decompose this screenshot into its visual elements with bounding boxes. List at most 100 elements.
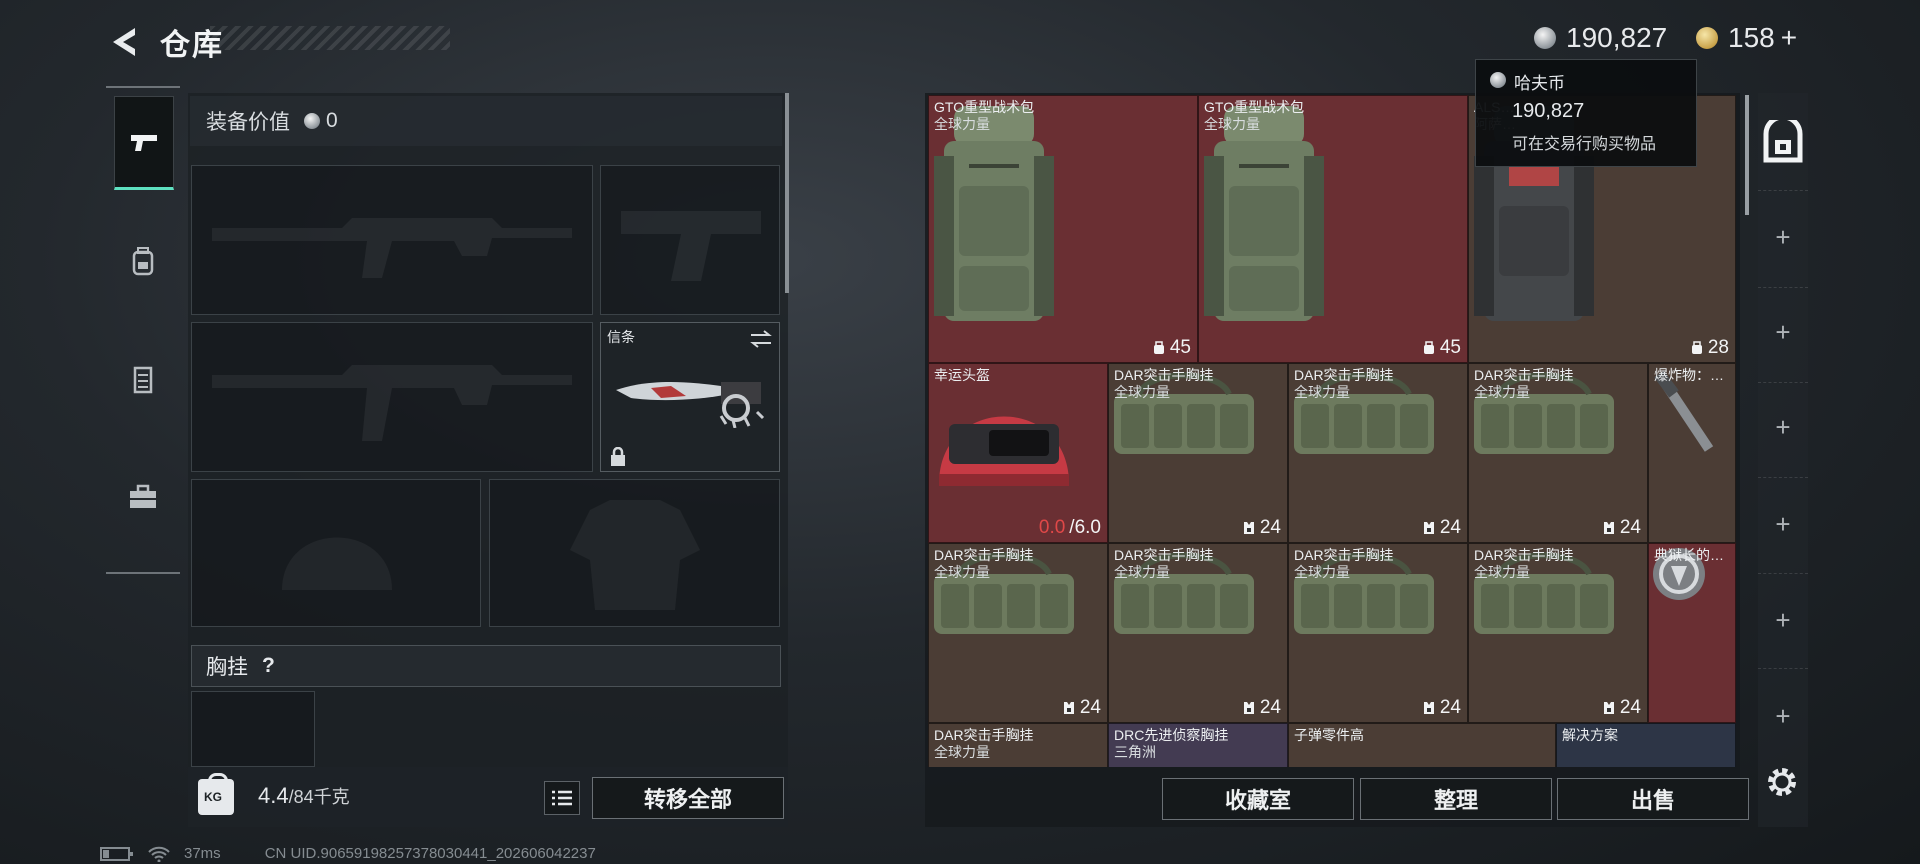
item-name: DAR突击手胸挂 [1114, 367, 1214, 383]
toolbox-icon [130, 484, 156, 508]
pistol-icon [131, 135, 157, 151]
silver-coin-icon [1534, 27, 1556, 49]
inventory-item[interactable]: 解决方案 [1556, 723, 1736, 767]
item-capacity-value: 24 [1439, 517, 1461, 538]
battery-icon [100, 846, 133, 861]
inventory-item[interactable]: DAR突击手胸挂 全球力量 24 [928, 543, 1108, 723]
item-name: GTO重型战术包 [934, 99, 1035, 115]
helmet-item-image [939, 416, 1069, 486]
inventory-item[interactable]: DAR突击手胸挂 全球力量 24 [1108, 543, 1288, 723]
item-subtitle: 全球力量 [934, 116, 990, 132]
inventory-grid: GTO重型战术包全球力量45 GTO重型战术包全球力量45 ALS…阿萨…28 … [928, 95, 1736, 767]
rifle-silhouette-icon [212, 365, 572, 441]
swap-icon[interactable] [749, 329, 773, 349]
currency-main[interactable]: 190,827 [1534, 20, 1667, 56]
equipment-value: 装备价值 0 [190, 96, 782, 146]
add-container-button[interactable]: + [1771, 511, 1795, 537]
bag-capacity-icon [1153, 341, 1164, 354]
inventory-item[interactable]: GTO重型战术包 全球力量 45 [1198, 95, 1468, 363]
sort-button[interactable]: 整理 [1360, 778, 1552, 820]
tab-backpack[interactable] [114, 216, 172, 306]
chest-rig-slot[interactable] [191, 691, 315, 767]
currency-main-value: 190,827 [1566, 22, 1668, 53]
item-name: 典狱长的… [1654, 547, 1724, 563]
item-capacity-value: 24 [1619, 517, 1641, 538]
secondary-weapon-slot[interactable] [191, 322, 593, 472]
inventory-item[interactable]: DAR突击手胸挂 全球力量 24 [1108, 363, 1288, 543]
rifle-silhouette-icon [212, 218, 572, 278]
item-capacity: 24 [1422, 697, 1461, 719]
add-container-button[interactable]: + [1771, 607, 1795, 633]
add-container-button[interactable]: + [1771, 703, 1795, 729]
durability-current: 0.0 [1038, 517, 1066, 538]
inventory-item[interactable]: 爆炸物：… [1648, 363, 1736, 543]
inventory-item[interactable]: 子弹零件高 [1288, 723, 1556, 767]
list-view-button[interactable] [544, 781, 580, 815]
back-arrow-icon [113, 28, 135, 56]
melee-slot-label: 信条 [607, 329, 635, 345]
body-armor-slot[interactable] [489, 479, 780, 627]
gear-icon[interactable] [1764, 764, 1800, 800]
add-container-button[interactable]: + [1771, 414, 1795, 440]
sell-button[interactable]: 出售 [1557, 778, 1749, 820]
item-subtitle: 全球力量 [1294, 564, 1350, 580]
add-container-button[interactable]: + [1771, 224, 1795, 250]
inventory-scrollbar[interactable] [1745, 95, 1749, 215]
loadout-scrollbar[interactable] [785, 93, 789, 293]
item-capacity-value: 45 [1439, 337, 1461, 358]
equipment-value-amount: 0 [326, 109, 338, 132]
inventory-item[interactable]: 幸运头盔 0.0/6.0 [928, 363, 1108, 543]
item-name: DAR突击手胸挂 [1474, 547, 1574, 563]
vest-capacity-icon [1603, 702, 1614, 714]
gold-coin-icon [1696, 27, 1718, 49]
collection-room-button[interactable]: 收藏室 [1162, 778, 1354, 820]
inventory-item[interactable]: DAR突击手胸挂 全球力量 24 [1288, 543, 1468, 723]
inventory-item[interactable]: DAR突击手胸挂 全球力量 24 [1288, 363, 1468, 543]
inventory-item[interactable]: GTO重型战术包 全球力量 45 [928, 95, 1198, 363]
inventory-item[interactable]: DRC先进侦察胸挂 三角洲 [1108, 723, 1288, 767]
silver-coin-icon [304, 113, 320, 129]
inventory-item[interactable]: DAR突击手胸挂 全球力量 24 [1468, 363, 1648, 543]
item-name: 解决方案 [1562, 727, 1618, 743]
backpack-icon [132, 247, 154, 276]
item-name: 爆炸物：… [1654, 367, 1724, 383]
item-capacity: 24 [1602, 697, 1641, 719]
vest-capacity-icon [1243, 522, 1254, 534]
safe-icon[interactable] [1760, 120, 1806, 166]
primary-weapon-slot[interactable] [191, 165, 593, 315]
tab-weapons[interactable] [114, 96, 174, 190]
equipment-value-label: 装备价值 [206, 111, 290, 134]
add-premium-button[interactable]: + [1781, 22, 1797, 54]
tooltip-description: 可在交易行购买物品 [1512, 136, 1657, 153]
bag-capacity-icon [1423, 341, 1434, 354]
currency-tooltip: 哈夫币 190,827 可在交易行购买物品 [1475, 59, 1697, 167]
tab-supplies[interactable] [114, 452, 172, 542]
tab-chest-rig[interactable] [114, 335, 172, 425]
back-button[interactable] [105, 22, 145, 62]
item-capacity: 24 [1422, 517, 1461, 539]
currency-premium[interactable]: 158 + [1696, 20, 1797, 56]
help-button[interactable]: ? [262, 654, 275, 678]
transfer-all-button[interactable]: 转移全部 [592, 777, 784, 819]
chest-rig-label: 胸挂 [206, 656, 248, 679]
pistol-silhouette-icon [621, 211, 761, 281]
item-subtitle: 全球力量 [934, 564, 990, 580]
vest-capacity-icon [1603, 522, 1614, 534]
add-container-button[interactable]: + [1771, 319, 1795, 345]
list-icon [552, 790, 572, 806]
inventory-item[interactable]: 典狱长的… [1648, 543, 1736, 723]
item-name: DAR突击手胸挂 [934, 727, 1034, 743]
melee-slot-xintiao[interactable]: 信条 [600, 322, 780, 472]
item-subtitle: 全球力量 [934, 744, 990, 760]
inventory-item[interactable]: DAR突击手胸挂 全球力量 [928, 723, 1108, 767]
item-name: DAR突击手胸挂 [1114, 547, 1214, 563]
item-capacity: 24 [1242, 517, 1281, 539]
inventory-item[interactable]: DAR突击手胸挂 全球力量 24 [1468, 543, 1648, 723]
weight-current: 4.4 [258, 783, 289, 808]
helmet-slot[interactable] [191, 479, 481, 627]
pistol-slot[interactable] [600, 165, 780, 315]
item-capacity-value: 24 [1619, 697, 1641, 718]
item-name: DAR突击手胸挂 [1474, 367, 1574, 383]
item-capacity-value: 24 [1079, 697, 1101, 718]
vest-capacity-icon [1423, 702, 1434, 714]
